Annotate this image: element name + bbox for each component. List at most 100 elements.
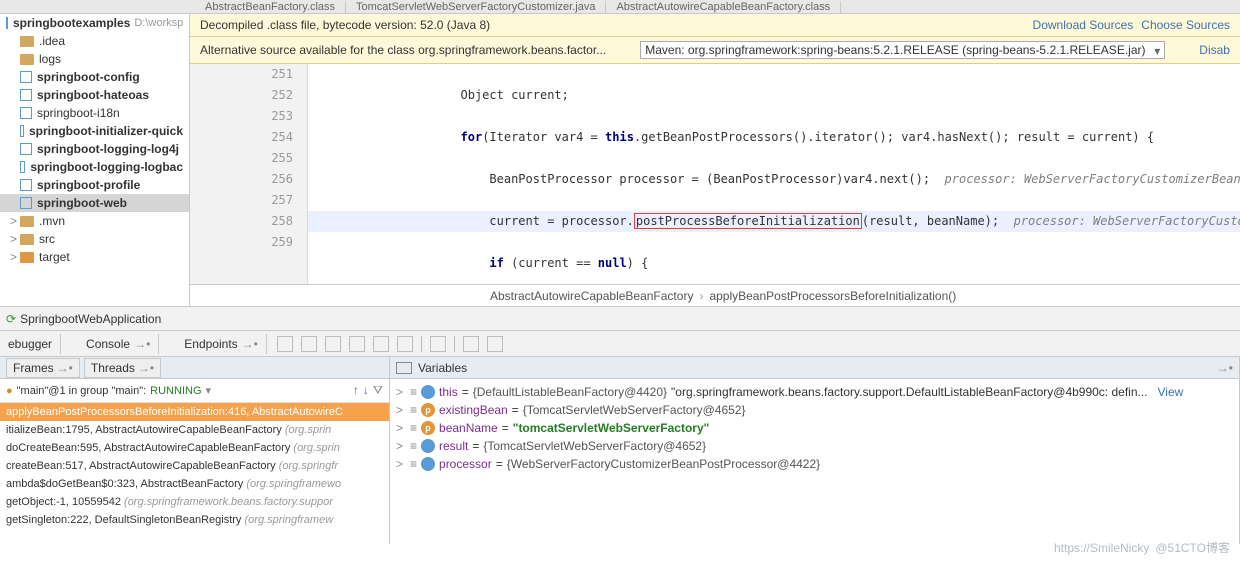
frames-list[interactable]: applyBeanPostProcessorsBeforeInitializat…	[0, 403, 389, 544]
view-link[interactable]: View	[1158, 385, 1184, 399]
debugger-toolbar: ebugger Console→• Endpoints→•	[0, 330, 1240, 356]
tab-file[interactable]: TomcatServletWebServerFactoryCustomizer.…	[346, 1, 606, 13]
divider	[421, 336, 422, 352]
sidebar-item[interactable]: springboot-profile	[0, 176, 189, 194]
sidebar-item-label: target	[39, 250, 70, 264]
folder-icon	[20, 54, 34, 65]
sidebar-item[interactable]: logs	[0, 50, 189, 68]
breadcrumb-method[interactable]: applyBeanPostProcessorsBeforeInitializat…	[709, 289, 956, 303]
expand-icon[interactable]: >	[396, 421, 406, 435]
stack-frame[interactable]: getSingleton:222, DefaultSingletonBeanRe…	[0, 511, 389, 529]
alt-source-text: Alternative source available for the cla…	[200, 43, 606, 57]
next-frame-icon[interactable]: ↓	[363, 383, 369, 398]
stack-frame[interactable]: applyBeanPostProcessorsBeforeInitializat…	[0, 403, 389, 421]
choose-sources-link[interactable]: Choose Sources	[1141, 18, 1230, 32]
run-config-name[interactable]: SpringbootWebApplication	[20, 312, 161, 326]
filter-icon[interactable]: ⛛	[373, 383, 383, 398]
run-config-bar: ⟳ SpringbootWebApplication	[0, 306, 1240, 330]
stack-frame[interactable]: itializeBean:1795, AbstractAutowireCapab…	[0, 421, 389, 439]
expand-icon[interactable]: >	[396, 403, 406, 417]
more-icon[interactable]	[487, 336, 503, 352]
sidebar-item-label: src	[39, 232, 55, 246]
run-to-cursor-icon[interactable]	[397, 336, 413, 352]
module-icon	[20, 71, 32, 83]
expand-icon[interactable]: >	[396, 439, 406, 453]
module-icon	[20, 107, 32, 119]
module-icon	[20, 89, 32, 101]
code-area[interactable]: Object current; for(Iterator var4 = this…	[308, 64, 1240, 284]
download-sources-link[interactable]: Download Sources	[1033, 18, 1134, 32]
step-out-icon[interactable]	[349, 336, 365, 352]
code-editor[interactable]: 251252253254255256257258259 Object curre…	[190, 64, 1240, 284]
module-icon	[20, 143, 32, 155]
sidebar-item-label: springboot-logging-logbac	[30, 160, 183, 174]
variable-row[interactable]: >≡pexistingBean = {TomcatServletWebServe…	[390, 401, 1239, 419]
stack-frame[interactable]: getObject:-1, 10559542 (org.springframew…	[0, 493, 389, 511]
sidebar-item-label: springboot-config	[37, 70, 140, 84]
expand-icon[interactable]: >	[396, 385, 406, 399]
project-path: D:\worksp	[134, 17, 183, 29]
watermark: https://SmileNicky @51CTO博客	[1054, 539, 1230, 556]
breadcrumb-class[interactable]: AbstractAutowireCapableBeanFactory	[490, 289, 693, 303]
sidebar-item-label: springboot-web	[37, 196, 127, 210]
editor-tabs: AbstractBeanFactory.class TomcatServletW…	[0, 0, 1240, 14]
step-into-icon[interactable]	[301, 336, 317, 352]
variable-row[interactable]: >≡result = {TomcatServletWebServerFactor…	[390, 437, 1239, 455]
sidebar-item-label: springboot-profile	[37, 178, 140, 192]
sidebar-item-label: .idea	[39, 34, 65, 48]
folder-icon	[20, 234, 34, 245]
sidebar-item[interactable]: springboot-logging-logbac	[0, 158, 189, 176]
stack-frame[interactable]: ambda$doGetBean$0:323, AbstractBeanFacto…	[0, 475, 389, 493]
variables-title: Variables	[418, 361, 467, 375]
project-sidebar: springbootexamples D:\worksp .idea logs sp…	[0, 14, 190, 306]
tab-frames[interactable]: Frames →•	[6, 358, 80, 378]
tab-file[interactable]: AbstractBeanFactory.class	[195, 1, 346, 13]
sidebar-item[interactable]: >.mvn	[0, 212, 189, 230]
step-over-icon[interactable]	[277, 336, 293, 352]
sidebar-item[interactable]: >target	[0, 248, 189, 266]
prev-frame-icon[interactable]: ↑	[353, 383, 359, 398]
current-execution-line: current = processor.postProcessBeforeIni…	[308, 211, 1240, 232]
stack-frame[interactable]: createBean:517, AbstractAutowireCapableB…	[0, 457, 389, 475]
variable-row[interactable]: >≡pbeanName = "tomcatServletWebServerFac…	[390, 419, 1239, 437]
var-type-icon: p	[421, 421, 435, 435]
variables-list[interactable]: >≡this = {DefaultListableBeanFactory@442…	[390, 379, 1239, 544]
trace-icon[interactable]	[463, 336, 479, 352]
console-icon	[69, 337, 82, 350]
breadcrumb: AbstractAutowireCapableBeanFactory › app…	[190, 284, 1240, 306]
frames-pane: Frames →• Threads →• ● "main"@1 in group…	[0, 357, 390, 544]
variable-row[interactable]: >≡this = {DefaultListableBeanFactory@442…	[390, 383, 1239, 401]
sidebar-item-label: springboot-initializer-quick	[29, 124, 183, 138]
project-root[interactable]: springbootexamples D:\worksp	[0, 14, 189, 32]
expand-icon[interactable]: >	[396, 457, 406, 471]
thread-selector[interactable]: ● "main"@1 in group "main": RUNNING ▾	[6, 384, 211, 397]
evaluate-icon[interactable]	[430, 336, 446, 352]
var-type-icon	[421, 457, 435, 471]
drop-frame-icon[interactable]	[373, 336, 389, 352]
divider	[454, 336, 455, 352]
sidebar-item[interactable]: springboot-logging-log4j	[0, 140, 189, 158]
sidebar-item[interactable]: springboot-web	[0, 194, 189, 212]
force-step-icon[interactable]	[325, 336, 341, 352]
variable-row[interactable]: >≡processor = {WebServerFactoryCustomize…	[390, 455, 1239, 473]
stack-frame[interactable]: doCreateBean:595, AbstractAutowireCapabl…	[0, 439, 389, 457]
tab-endpoints[interactable]: Endpoints→•	[159, 334, 267, 354]
var-type-icon: p	[421, 403, 435, 417]
project-name: springbootexamples	[13, 16, 130, 30]
source-select[interactable]: Maven: org.springframework:spring-beans:…	[640, 41, 1165, 59]
tab-threads[interactable]: Threads →•	[84, 358, 161, 378]
sidebar-item[interactable]: springboot-i18n	[0, 104, 189, 122]
folder-icon	[20, 252, 34, 263]
sidebar-item[interactable]: springboot-initializer-quick	[0, 122, 189, 140]
sidebar-item[interactable]: >src	[0, 230, 189, 248]
sidebar-item[interactable]: .idea	[0, 32, 189, 50]
tab-console[interactable]: Console→•	[61, 334, 159, 354]
sidebar-item[interactable]: springboot-hateoas	[0, 86, 189, 104]
tab-file[interactable]: AbstractAutowireCapableBeanFactory.class	[606, 1, 841, 13]
tab-debugger[interactable]: ebugger	[0, 334, 61, 354]
variables-icon	[396, 362, 412, 374]
sidebar-item[interactable]: springboot-config	[0, 68, 189, 86]
disable-link[interactable]: Disab	[1199, 43, 1230, 57]
pane-settings-icon[interactable]: →•	[1217, 361, 1233, 375]
sidebar-item-label: springboot-i18n	[37, 106, 120, 120]
